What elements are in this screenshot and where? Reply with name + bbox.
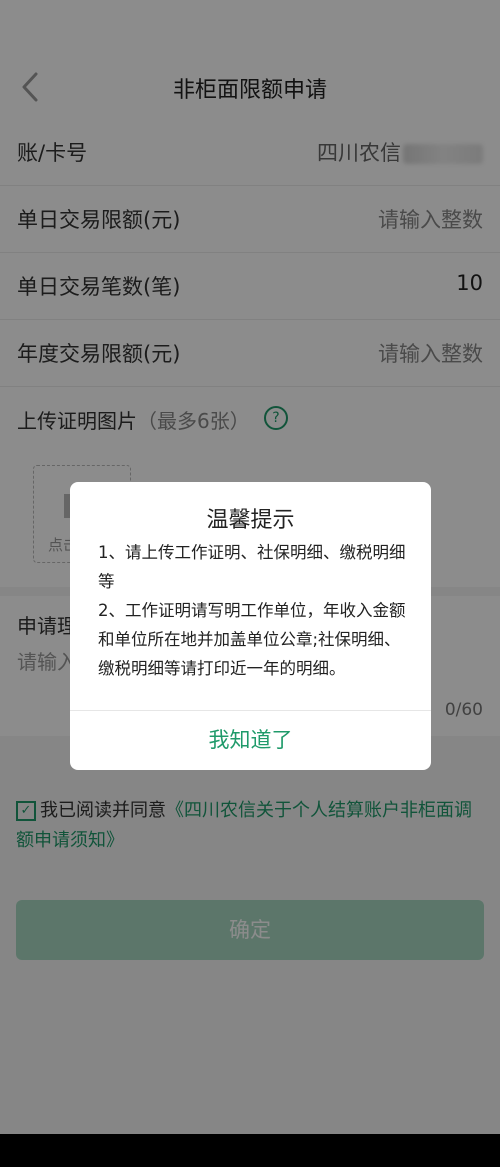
dialog-line-1: 1、请上传工作证明、社保明细、缴税明细等: [98, 543, 406, 591]
system-nav-bar: [0, 1134, 500, 1167]
dialog-ok-button[interactable]: 我知道了: [70, 711, 431, 770]
dialog-title: 温馨提示: [206, 508, 295, 533]
tips-dialog: 温馨提示 1、请上传工作证明、社保明细、缴税明细等 2、工作证明请写明工作单位，…: [70, 482, 431, 770]
dialog-line-2: 2、工作证明请写明工作单位，年收入金额和单位所在地并加盖单位公章;社保明细、缴税…: [98, 601, 406, 678]
dialog-body: 1、请上传工作证明、社保明细、缴税明细等 2、工作证明请写明工作单位，年收入金额…: [98, 538, 409, 683]
